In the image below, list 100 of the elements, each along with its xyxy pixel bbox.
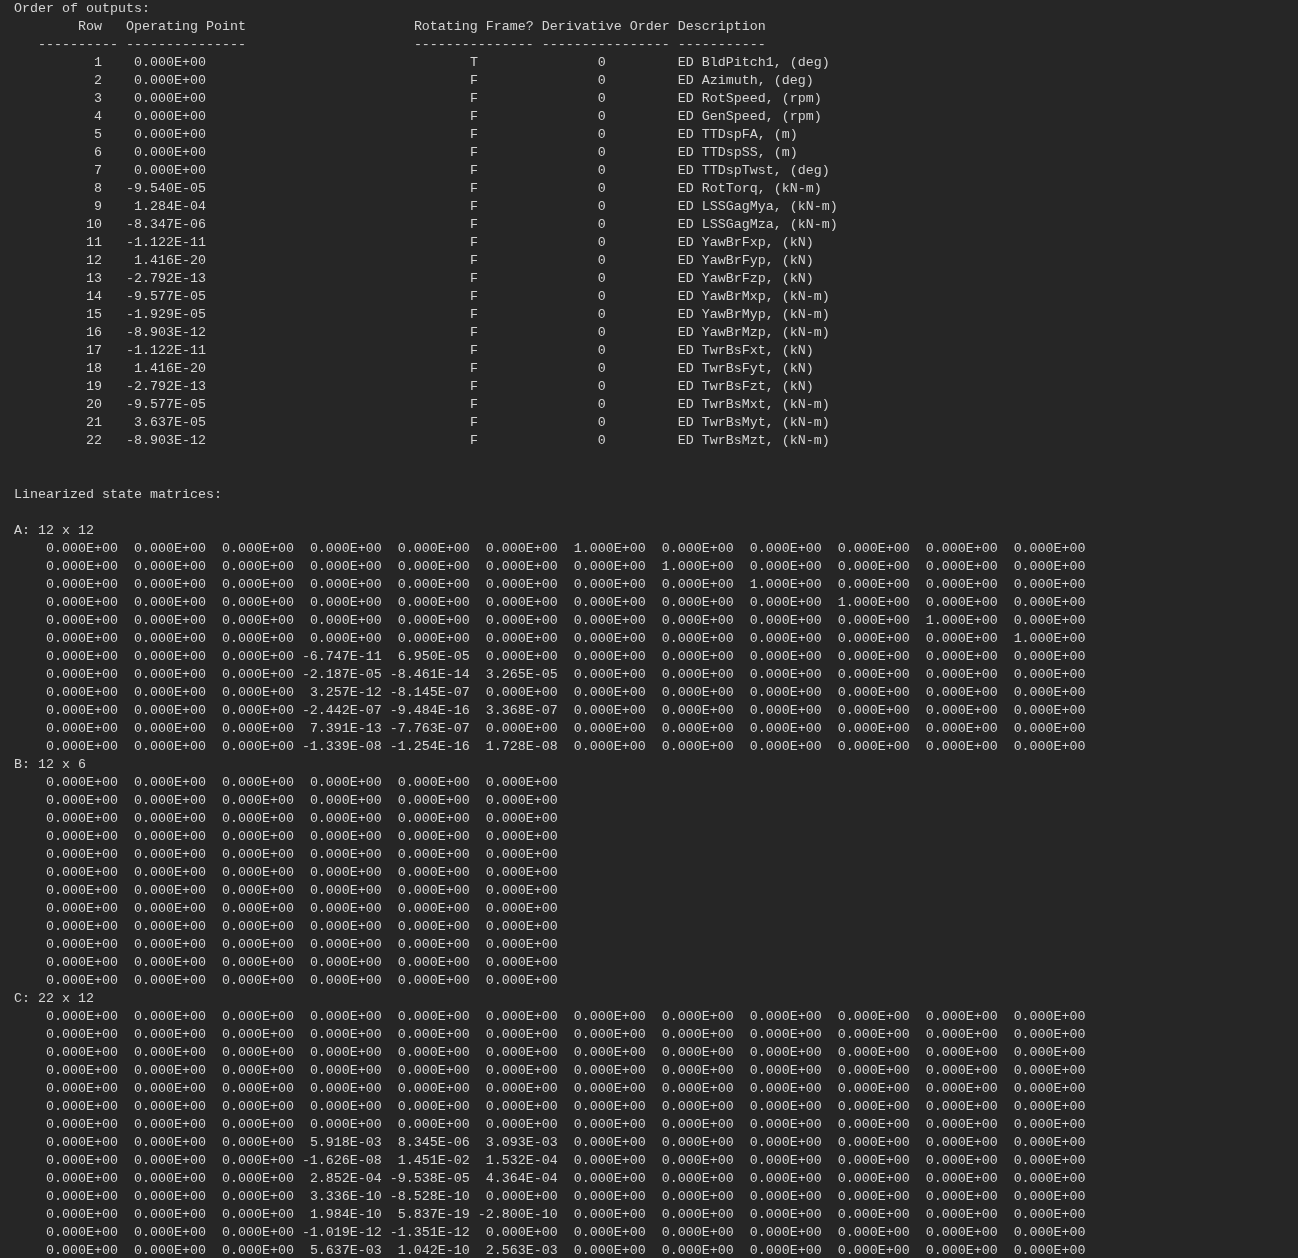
matrix-cell: 0.000E+00 (749, 702, 822, 720)
matrix-cell: 0.000E+00 (221, 1206, 294, 1224)
matrix-cell: -9.538E-05 (389, 1170, 470, 1188)
table-cell: ED YawBrFzp, (kN) (677, 270, 814, 288)
matrix-cell: 0.000E+00 (661, 1134, 734, 1152)
matrix-cell: 0.000E+00 (221, 648, 294, 666)
table-cell: 1.416E-20 (133, 252, 206, 270)
matrix-cell: 0.000E+00 (133, 1206, 206, 1224)
matrix-cell: 0.000E+00 (45, 792, 118, 810)
matrix-cell: 0.000E+00 (45, 1116, 118, 1134)
matrix-cell: 0.000E+00 (1013, 1134, 1086, 1152)
matrix-cell: 0.000E+00 (309, 936, 382, 954)
matrix-cell: 0.000E+00 (133, 1188, 206, 1206)
matrix-cell: 0.000E+00 (397, 810, 470, 828)
table-cell: 21 (86, 414, 102, 432)
matrix-cell: 0.000E+00 (1013, 612, 1086, 630)
matrix-cell: 0.000E+00 (309, 1098, 382, 1116)
table-cell: -2.792E-13 (125, 270, 206, 288)
table-cell: 0 (597, 378, 606, 396)
matrix-cell: 0.000E+00 (573, 1026, 646, 1044)
matrix-cell: 0.000E+00 (397, 972, 470, 990)
table-cell: ED BldPitch1, (deg) (677, 54, 830, 72)
matrix-cell: 0.000E+00 (925, 684, 998, 702)
matrix-cell: 0.000E+00 (749, 1224, 822, 1242)
table-cell: F (469, 432, 478, 450)
matrix-cell: 0.000E+00 (485, 1026, 558, 1044)
matrix-cell: 0.000E+00 (397, 558, 470, 576)
matrix-cell: 0.000E+00 (133, 738, 206, 756)
matrix-cell: 8.345E-06 (397, 1134, 470, 1152)
matrix-cell: 0.000E+00 (837, 576, 910, 594)
matrix-cell: 0.000E+00 (573, 1188, 646, 1206)
matrix-cell: 0.000E+00 (45, 1188, 118, 1206)
matrix-cell: 0.000E+00 (925, 702, 998, 720)
table-cell: F (469, 216, 478, 234)
matrix-cell: 0.000E+00 (749, 1206, 822, 1224)
matrix-cell: 0.000E+00 (837, 684, 910, 702)
matrix-cell: 0.000E+00 (45, 810, 118, 828)
matrix-cell: 0.000E+00 (485, 954, 558, 972)
matrix-cell: 0.000E+00 (485, 846, 558, 864)
matrix-cell: 0.000E+00 (749, 1242, 822, 1258)
matrix-cell: 5.837E-19 (397, 1206, 470, 1224)
matrix-cell: 0.000E+00 (309, 1008, 382, 1026)
table-cell: -8.903E-12 (125, 324, 206, 342)
matrix-cell: 0.000E+00 (485, 540, 558, 558)
matrix-cell: 0.000E+00 (661, 1242, 734, 1258)
matrix-cell: -9.484E-16 (389, 702, 470, 720)
matrix-cell: 0.000E+00 (133, 936, 206, 954)
table-cell: -9.540E-05 (125, 180, 206, 198)
table-cell: ED TwrBsFzt, (kN) (677, 378, 814, 396)
matrix-cell: 0.000E+00 (45, 612, 118, 630)
table-cell: 0 (597, 108, 606, 126)
table-cell: 0 (597, 234, 606, 252)
table-cell: 0 (597, 90, 606, 108)
matrix-cell: 0.000E+00 (485, 792, 558, 810)
matrix-cell: 0.000E+00 (45, 846, 118, 864)
matrix-cell: 0.000E+00 (837, 1224, 910, 1242)
table-cell: F (469, 126, 478, 144)
matrix-cell: 0.000E+00 (309, 576, 382, 594)
matrix-cell: 0.000E+00 (221, 1080, 294, 1098)
matrix-cell: 0.000E+00 (133, 864, 206, 882)
table-cell: 9 (94, 198, 102, 216)
matrix-cell: 0.000E+00 (221, 792, 294, 810)
column-header: Description (677, 18, 766, 36)
matrix-cell: 0.000E+00 (485, 594, 558, 612)
matrix-cell: 0.000E+00 (749, 648, 822, 666)
table-cell: F (469, 342, 478, 360)
matrix-cell: 1.000E+00 (573, 540, 646, 558)
matrix-cell: 0.000E+00 (1013, 1224, 1086, 1242)
table-cell: 1.416E-20 (133, 360, 206, 378)
matrix-cell: 0.000E+00 (221, 882, 294, 900)
matrix-cell: 0.000E+00 (573, 576, 646, 594)
matrix-cell: 0.000E+00 (45, 684, 118, 702)
matrix-cell: 0.000E+00 (749, 738, 822, 756)
matrix-cell: 0.000E+00 (925, 1098, 998, 1116)
matrix-cell: 0.000E+00 (837, 1170, 910, 1188)
matrix-cell: 0.000E+00 (925, 1026, 998, 1044)
matrix-cell: 0.000E+00 (221, 954, 294, 972)
matrix-cell: 0.000E+00 (485, 936, 558, 954)
matrix-cell: 0.000E+00 (397, 900, 470, 918)
matrix-cell: 0.000E+00 (749, 1170, 822, 1188)
matrix-cell: 0.000E+00 (837, 1242, 910, 1258)
matrix-cell: 5.637E-03 (309, 1242, 382, 1258)
matrix-cell: 0.000E+00 (837, 1080, 910, 1098)
matrix-cell: 0.000E+00 (133, 792, 206, 810)
matrix-cell: 0.000E+00 (45, 720, 118, 738)
matrix-cell: 0.000E+00 (133, 1242, 206, 1258)
matrix-cell: 1.000E+00 (749, 576, 822, 594)
matrix-cell: 0.000E+00 (221, 1026, 294, 1044)
matrix-cell: 0.000E+00 (1013, 1242, 1086, 1258)
matrix-cell: 0.000E+00 (837, 1008, 910, 1026)
matrix-cell: 0.000E+00 (397, 864, 470, 882)
matrix-cell: 0.000E+00 (221, 720, 294, 738)
matrix-cell: 0.000E+00 (221, 810, 294, 828)
matrix-cell: 0.000E+00 (837, 1206, 910, 1224)
table-cell: 16 (86, 324, 102, 342)
table-cell: F (469, 324, 478, 342)
matrix-cell: 0.000E+00 (573, 702, 646, 720)
dash-line: ----------- (677, 36, 766, 54)
matrix-cell: 0.000E+00 (45, 1224, 118, 1242)
matrix-cell: 0.000E+00 (925, 738, 998, 756)
